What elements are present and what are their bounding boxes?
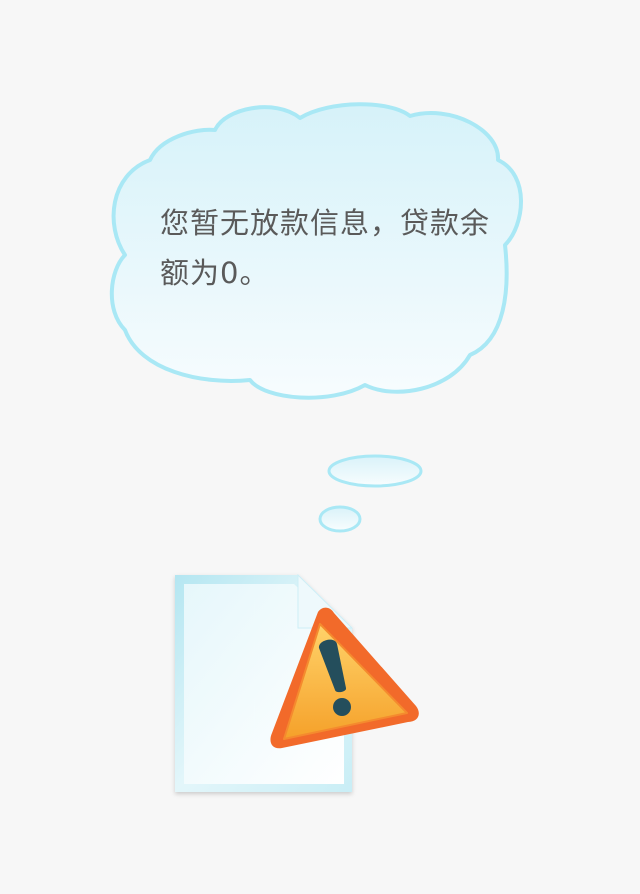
exclamation-dot bbox=[333, 698, 351, 716]
document-warning-icon bbox=[175, 573, 419, 792]
empty-state: 您暂无放款信息，贷款余额为0。 bbox=[0, 0, 640, 894]
